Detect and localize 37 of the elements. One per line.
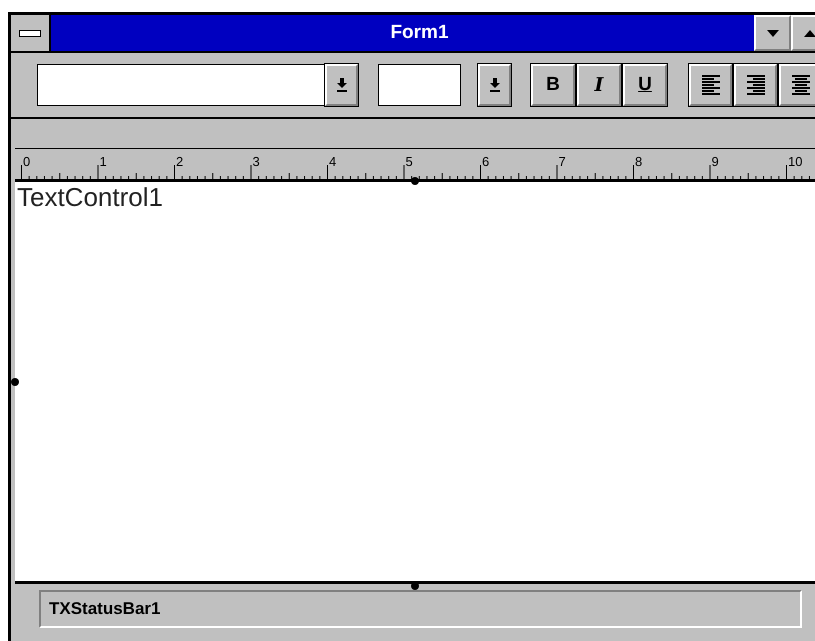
menu-bar-icon [19, 30, 41, 36]
italic-button[interactable]: I [577, 64, 621, 106]
up-triangle-icon [804, 30, 815, 36]
align-left-icon [702, 75, 720, 95]
ruler-number: 0 [23, 154, 30, 169]
align-center-icon [792, 75, 810, 95]
ruler-number: 7 [558, 154, 566, 169]
size-field[interactable] [378, 64, 461, 106]
text-area[interactable]: TextControl1 [15, 182, 815, 584]
window-title: Form1 [390, 20, 449, 45]
dropdown-button[interactable] [478, 64, 511, 106]
align-right-icon [746, 75, 764, 95]
bold-button[interactable]: B [531, 64, 575, 106]
minimize-button[interactable] [754, 15, 791, 51]
ruler-number: 3 [252, 154, 260, 169]
dropdown-button[interactable] [325, 64, 358, 106]
ruler-number: 6 [482, 154, 490, 169]
font-field[interactable] [37, 64, 325, 106]
ruler-number: 4 [329, 154, 336, 169]
down-arrow-icon [336, 78, 348, 92]
underline-button[interactable]: U [623, 64, 667, 106]
ruler-number: 1 [100, 154, 107, 169]
status-text: TXStatusBar1 [49, 598, 160, 620]
resize-handle[interactable] [411, 582, 419, 590]
align-right-button[interactable] [734, 64, 777, 106]
align-left-button[interactable] [689, 64, 732, 106]
ruler-number: 10 [788, 154, 802, 169]
ruler-number: 5 [406, 154, 413, 169]
resize-handle[interactable] [11, 378, 19, 386]
align-center-button[interactable] [779, 64, 815, 106]
ruler-number: 8 [635, 154, 642, 169]
down-arrow-icon [488, 78, 500, 92]
down-triangle-icon [766, 30, 778, 36]
system-menu-button[interactable] [11, 15, 51, 51]
ruler-number: 2 [176, 154, 184, 169]
text-content: TextControl1 [16, 182, 164, 210]
ruler-number: 9 [712, 154, 719, 169]
